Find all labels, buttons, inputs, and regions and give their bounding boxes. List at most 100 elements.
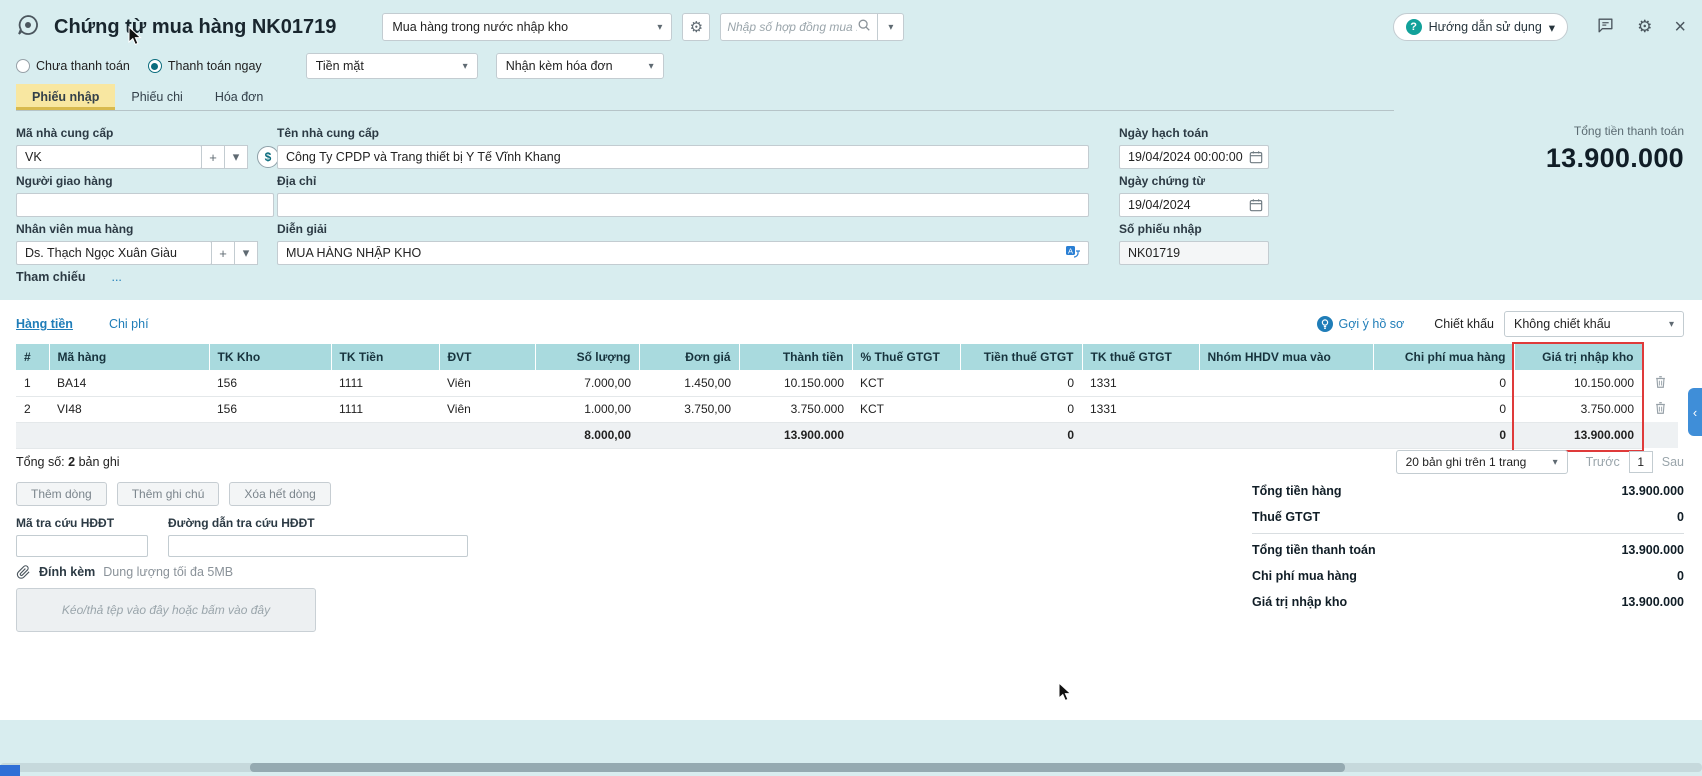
table-cell[interactable]: 1 bbox=[16, 370, 49, 397]
table-cell[interactable]: 10.150.000 bbox=[739, 370, 852, 397]
chat-icon bbox=[1596, 16, 1615, 38]
description-label: Diễn giải bbox=[277, 222, 328, 236]
add-note-button[interactable]: Thêm ghi chú bbox=[116, 482, 220, 506]
clear-rows-button[interactable]: Xóa hết dòng bbox=[229, 482, 331, 506]
add-supplier-button[interactable]: + bbox=[201, 145, 225, 169]
table-cell[interactable]: 1331 bbox=[1082, 370, 1199, 397]
table-cell[interactable]: VI48 bbox=[49, 396, 209, 423]
total-stock-value: 13.900.000 bbox=[1514, 422, 1642, 449]
column-header: Thành tiền bbox=[739, 344, 853, 370]
reference-label: Tham chiếu bbox=[16, 270, 86, 284]
add-row-button[interactable]: Thêm dòng bbox=[16, 482, 107, 506]
column-header: TK Kho bbox=[209, 344, 332, 370]
table-cell[interactable]: 1111 bbox=[331, 396, 439, 423]
dollar-icon[interactable]: $ bbox=[257, 146, 279, 168]
contract-search-dropdown-button[interactable]: ▾ bbox=[878, 13, 905, 41]
prev-page-button[interactable]: Trước bbox=[1586, 455, 1620, 469]
calendar-icon[interactable] bbox=[1249, 150, 1263, 164]
supplier-code-input[interactable] bbox=[16, 145, 202, 169]
tab-hoa-don[interactable]: Hóa đơn bbox=[199, 84, 280, 110]
table-cell[interactable]: 156 bbox=[209, 396, 331, 423]
current-page-box[interactable]: 1 bbox=[1628, 451, 1653, 473]
tab-hang-tien[interactable]: Hàng tiền bbox=[16, 317, 73, 331]
doc-type-select[interactable]: Mua hàng trong nước nhập kho ▾ bbox=[382, 13, 673, 41]
posting-date-input[interactable] bbox=[1119, 145, 1269, 169]
receipt-no-input[interactable] bbox=[1119, 241, 1269, 265]
payment-method-select[interactable]: Tiền mặt ▾ bbox=[305, 53, 478, 79]
supplier-name-input[interactable] bbox=[277, 145, 1089, 169]
lookup-code-input[interactable] bbox=[16, 535, 148, 557]
horizontal-scrollbar-thumb[interactable] bbox=[250, 763, 1345, 772]
suggestion-link[interactable]: Gợi ý hồ sơ bbox=[1316, 316, 1404, 332]
deliverer-input[interactable] bbox=[16, 193, 274, 217]
table-cell[interactable] bbox=[1199, 370, 1373, 397]
column-header: Số lượng bbox=[535, 344, 640, 370]
table-cell[interactable]: 0 bbox=[1373, 370, 1514, 397]
address-label: Địa chỉ bbox=[277, 174, 317, 188]
table-cell[interactable]: 1.450,00 bbox=[639, 370, 739, 397]
radio-circle-checked-icon bbox=[147, 59, 162, 73]
close-button[interactable]: × bbox=[1674, 17, 1686, 37]
summary-value: 13.900.000 bbox=[1621, 484, 1684, 498]
contract-search-input[interactable] bbox=[727, 20, 858, 34]
feedback-button[interactable] bbox=[1596, 16, 1615, 38]
doc-date-field: Ngày chứng từ bbox=[1119, 174, 1269, 217]
table-cell[interactable]: 10.150.000 bbox=[1514, 370, 1642, 397]
address-input[interactable] bbox=[277, 193, 1089, 217]
record-count: 2 bbox=[68, 455, 76, 469]
payment-options-row: Chưa thanh toán Thanh toán ngay Tiền mặt… bbox=[16, 52, 664, 80]
invoice-mode-select[interactable]: Nhận kèm hóa đơn ▾ bbox=[495, 53, 664, 79]
tab-chi-phi[interactable]: Chi phí bbox=[109, 317, 149, 331]
total-payment-block: Tổng tiền thanh toán 13.900.000 bbox=[1546, 124, 1684, 174]
supplier-dropdown-button[interactable]: ▾ bbox=[224, 145, 248, 169]
help-button[interactable]: ? Hướng dẫn sử dụng ▾ bbox=[1392, 13, 1569, 41]
total-amount: 13.900.000 bbox=[739, 422, 852, 449]
table-cell[interactable]: KCT bbox=[852, 396, 960, 423]
delete-row-button[interactable] bbox=[1642, 370, 1678, 396]
search-icon bbox=[857, 18, 871, 37]
next-page-button[interactable]: Sau bbox=[1662, 455, 1684, 469]
calendar-icon[interactable] bbox=[1249, 198, 1263, 212]
detail-header: Hàng tiền Chi phí Gợi ý hồ sơ Chiết khấu… bbox=[16, 310, 1684, 338]
description-input[interactable] bbox=[277, 241, 1089, 265]
table-cell[interactable]: 1331 bbox=[1082, 396, 1199, 423]
doc-date-input[interactable] bbox=[1119, 193, 1269, 217]
table-cell[interactable]: KCT bbox=[852, 370, 960, 397]
tab-phieu-nhap[interactable]: Phiếu nhập bbox=[16, 84, 116, 110]
table-cell[interactable]: 3.750.000 bbox=[1514, 396, 1642, 423]
page-size-select[interactable]: 20 bản ghi trên 1 trang ▾ bbox=[1395, 450, 1568, 474]
settings-button[interactable]: ⚙ bbox=[1637, 17, 1652, 37]
summary-value: 13.900.000 bbox=[1621, 543, 1684, 557]
table-cell[interactable]: 0 bbox=[960, 370, 1082, 397]
buyer-input[interactable] bbox=[16, 241, 212, 265]
reference-more-link[interactable]: ... bbox=[111, 270, 121, 284]
chevron-down-icon: ▾ bbox=[242, 245, 250, 260]
table-cell[interactable] bbox=[1199, 396, 1373, 423]
page-size-value: 20 bản ghi trên 1 trang bbox=[1405, 455, 1527, 469]
table-cell[interactable]: 7.000,00 bbox=[535, 370, 639, 397]
collapse-side-panel-button[interactable]: ‹ bbox=[1688, 388, 1702, 436]
table-cell[interactable]: 156 bbox=[209, 370, 331, 397]
table-cell[interactable]: BA14 bbox=[49, 370, 209, 397]
radio-pay-now[interactable]: Thanh toán ngay bbox=[147, 59, 262, 73]
discount-select[interactable]: Không chiết khấu ▾ bbox=[1504, 311, 1684, 337]
table-cell[interactable]: Viên bbox=[439, 370, 535, 397]
table-cell[interactable]: 2 bbox=[16, 396, 49, 423]
radio-unpaid[interactable]: Chưa thanh toán bbox=[16, 59, 130, 73]
table-cell[interactable]: 3.750.000 bbox=[739, 396, 852, 423]
table-cell[interactable]: 0 bbox=[1373, 396, 1514, 423]
table-cell[interactable]: 1.000,00 bbox=[535, 396, 639, 423]
delete-row-button[interactable] bbox=[1642, 396, 1678, 422]
table-cell[interactable]: Viên bbox=[439, 396, 535, 423]
table-cell[interactable]: 0 bbox=[960, 396, 1082, 423]
tab-phieu-chi[interactable]: Phiếu chi bbox=[115, 84, 198, 110]
translate-icon[interactable]: A bbox=[1065, 245, 1081, 261]
table-cell[interactable]: 1111 bbox=[331, 370, 439, 397]
add-buyer-button[interactable]: + bbox=[211, 241, 235, 265]
lookup-url-input[interactable] bbox=[168, 535, 468, 557]
buyer-label: Nhân viên mua hàng bbox=[16, 222, 134, 236]
buyer-dropdown-button[interactable]: ▾ bbox=[234, 241, 258, 265]
file-dropzone[interactable]: Kéo/thả tệp vào đây hoặc bấm vào đây bbox=[16, 588, 316, 632]
table-cell[interactable]: 3.750,00 bbox=[639, 396, 739, 423]
doc-settings-button[interactable]: ⚙ bbox=[682, 13, 711, 41]
